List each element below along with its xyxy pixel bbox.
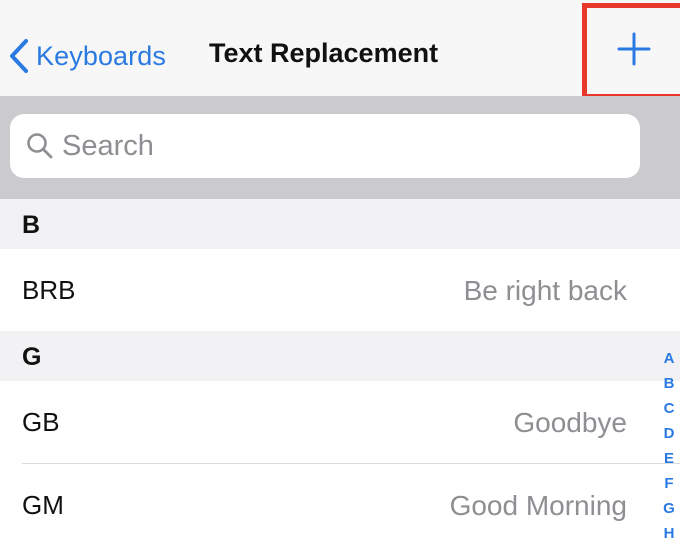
section-index-bar[interactable]: A B C D E F G H: [657, 346, 680, 546]
list-item[interactable]: GB Goodbye: [0, 381, 680, 463]
list-item[interactable]: GM Good Morning: [0, 464, 680, 546]
plus-icon: [617, 32, 651, 71]
add-button[interactable]: [582, 3, 680, 99]
section-letter: G: [22, 343, 42, 371]
phrase-text: Good Morning: [449, 490, 627, 521]
back-button[interactable]: Keyboards: [8, 34, 166, 78]
shortcut-text: GB: [22, 407, 60, 437]
search-bar-container: [0, 96, 680, 199]
index-letter-b[interactable]: B: [664, 371, 675, 396]
navigation-bar: Keyboards Text Replacement: [0, 0, 680, 99]
phrase-text: Be right back: [463, 275, 627, 306]
index-letter-a[interactable]: A: [664, 346, 675, 371]
page-title: Text Replacement: [209, 38, 439, 68]
index-letter-f[interactable]: F: [664, 471, 673, 496]
search-input[interactable]: [62, 124, 622, 168]
index-letter-d[interactable]: D: [664, 421, 675, 446]
chevron-left-icon: [8, 38, 30, 74]
index-letter-c[interactable]: C: [664, 396, 675, 421]
shortcut-text: BRB: [22, 275, 76, 305]
index-letter-e[interactable]: E: [664, 446, 674, 471]
index-letter-g[interactable]: G: [663, 496, 675, 521]
list-item[interactable]: BRB Be right back: [0, 249, 680, 331]
index-letter-h[interactable]: H: [664, 521, 675, 546]
search-field[interactable]: [10, 114, 640, 178]
magnifier-icon: [26, 132, 54, 165]
text-replacement-screen: Keyboards Text Replacement B: [0, 0, 680, 548]
section-header-g: G: [0, 331, 680, 381]
back-button-label: Keyboards: [36, 40, 166, 71]
section-header-b: B: [0, 199, 680, 249]
phrase-text: Goodbye: [513, 407, 627, 438]
shortcut-text: GM: [22, 490, 64, 520]
section-letter: B: [22, 211, 41, 239]
